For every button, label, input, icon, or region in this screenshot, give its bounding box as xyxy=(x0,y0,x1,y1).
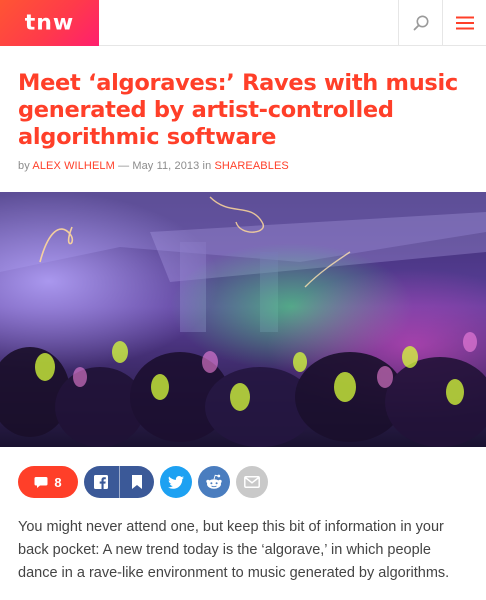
search-button[interactable] xyxy=(398,0,442,46)
menu-button[interactable] xyxy=(442,0,486,46)
author-link[interactable]: ALEX WILHELM xyxy=(32,160,115,172)
reddit-share-button[interactable] xyxy=(198,466,230,498)
byline-prefix: by xyxy=(18,160,30,172)
comments-button[interactable]: 8 xyxy=(18,466,78,498)
publish-date: May 11, 2013 xyxy=(132,160,200,172)
comment-count: 8 xyxy=(54,474,62,490)
hamburger-menu-icon xyxy=(455,16,474,30)
article-intro-paragraph: You might never attend one, but keep thi… xyxy=(18,519,450,581)
bookmark-icon xyxy=(131,475,142,489)
facebook-bookmark-group xyxy=(84,466,154,498)
mail-icon xyxy=(244,476,260,488)
facebook-icon xyxy=(94,475,109,489)
email-share-button[interactable] xyxy=(236,466,268,498)
logo-text: TNW xyxy=(24,11,75,35)
byline-in: in xyxy=(202,160,212,172)
byline-separator: — xyxy=(118,160,130,172)
tnw-logo[interactable]: TNW xyxy=(0,0,99,46)
hero-image xyxy=(0,192,486,447)
site-header: TNW xyxy=(0,0,486,46)
comment-bubble-icon xyxy=(34,476,48,488)
twitter-share-button[interactable] xyxy=(160,466,192,498)
facebook-share-button[interactable] xyxy=(84,466,119,498)
category-link[interactable]: SHAREABLES xyxy=(214,160,288,172)
reddit-icon xyxy=(206,474,222,489)
search-icon xyxy=(413,15,428,31)
article-title: Meet ‘algoraves:’ Raves with music gener… xyxy=(18,70,458,150)
byline: by ALEX WILHELM — May 11, 2013 in SHAREA… xyxy=(18,160,289,172)
twitter-icon xyxy=(168,475,184,489)
bookmark-button[interactable] xyxy=(119,466,154,498)
